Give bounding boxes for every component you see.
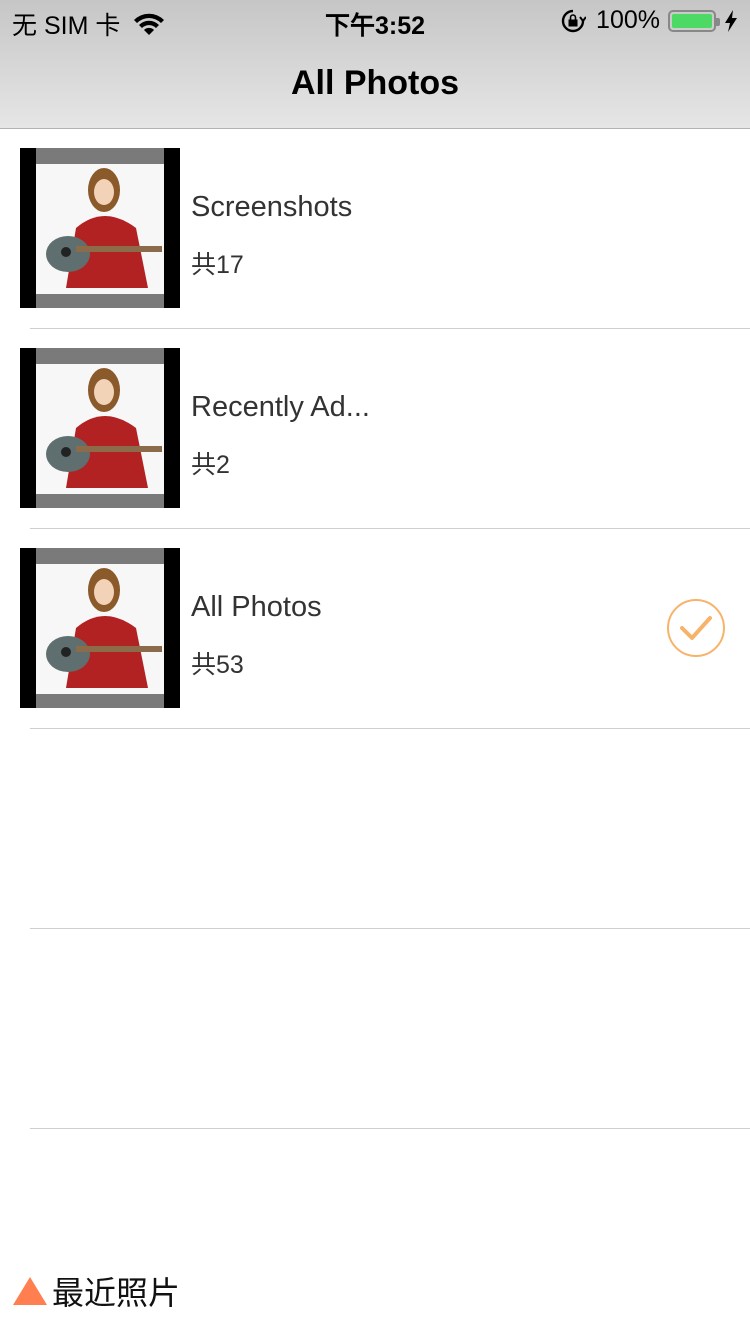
album-row-screenshots[interactable]: Screenshots 共17 [0, 129, 750, 329]
battery-cap [716, 17, 720, 26]
album-thumbnail [20, 348, 180, 508]
recent-photos-label: 最近照片 [52, 1275, 181, 1311]
battery-percent: 100% [596, 6, 660, 34]
status-right: 100% [560, 6, 738, 35]
album-count: 共17 [191, 251, 244, 279]
album-thumbnail [20, 548, 180, 708]
album-name: Recently Ad... [191, 391, 370, 423]
empty-row [0, 729, 750, 929]
empty-row [0, 929, 750, 1129]
checkmark-selected-icon [667, 599, 725, 657]
triangle-up-icon [13, 1277, 47, 1305]
album-count: 共2 [191, 451, 230, 479]
battery-fill [672, 13, 712, 28]
navigation-header: 无 SIM 卡 下午3:52 100% All Photos [0, 0, 750, 129]
photo-thumbnail-image [36, 348, 164, 508]
battery-icon [668, 9, 720, 32]
page-title: All Photos [290, 64, 460, 102]
album-row-recently-added[interactable]: Recently Ad... 共2 [0, 329, 750, 529]
album-list: Screenshots 共17 Recently Ad... 共2 All Ph… [0, 129, 750, 1129]
status-bar: 无 SIM 卡 下午3:52 100% [0, 0, 750, 40]
rotation-lock-icon [561, 9, 587, 32]
recent-photos-toggle[interactable]: 最近照片 [12, 1268, 180, 1314]
album-count: 共53 [191, 651, 244, 679]
photo-thumbnail-image [36, 148, 164, 308]
album-name: All Photos [191, 591, 322, 623]
album-name: Screenshots [191, 191, 353, 223]
album-thumbnail [20, 148, 180, 308]
charging-bolt-icon [725, 9, 737, 32]
album-row-all-photos[interactable]: All Photos 共53 [0, 529, 750, 729]
photo-thumbnail-image [36, 548, 164, 708]
